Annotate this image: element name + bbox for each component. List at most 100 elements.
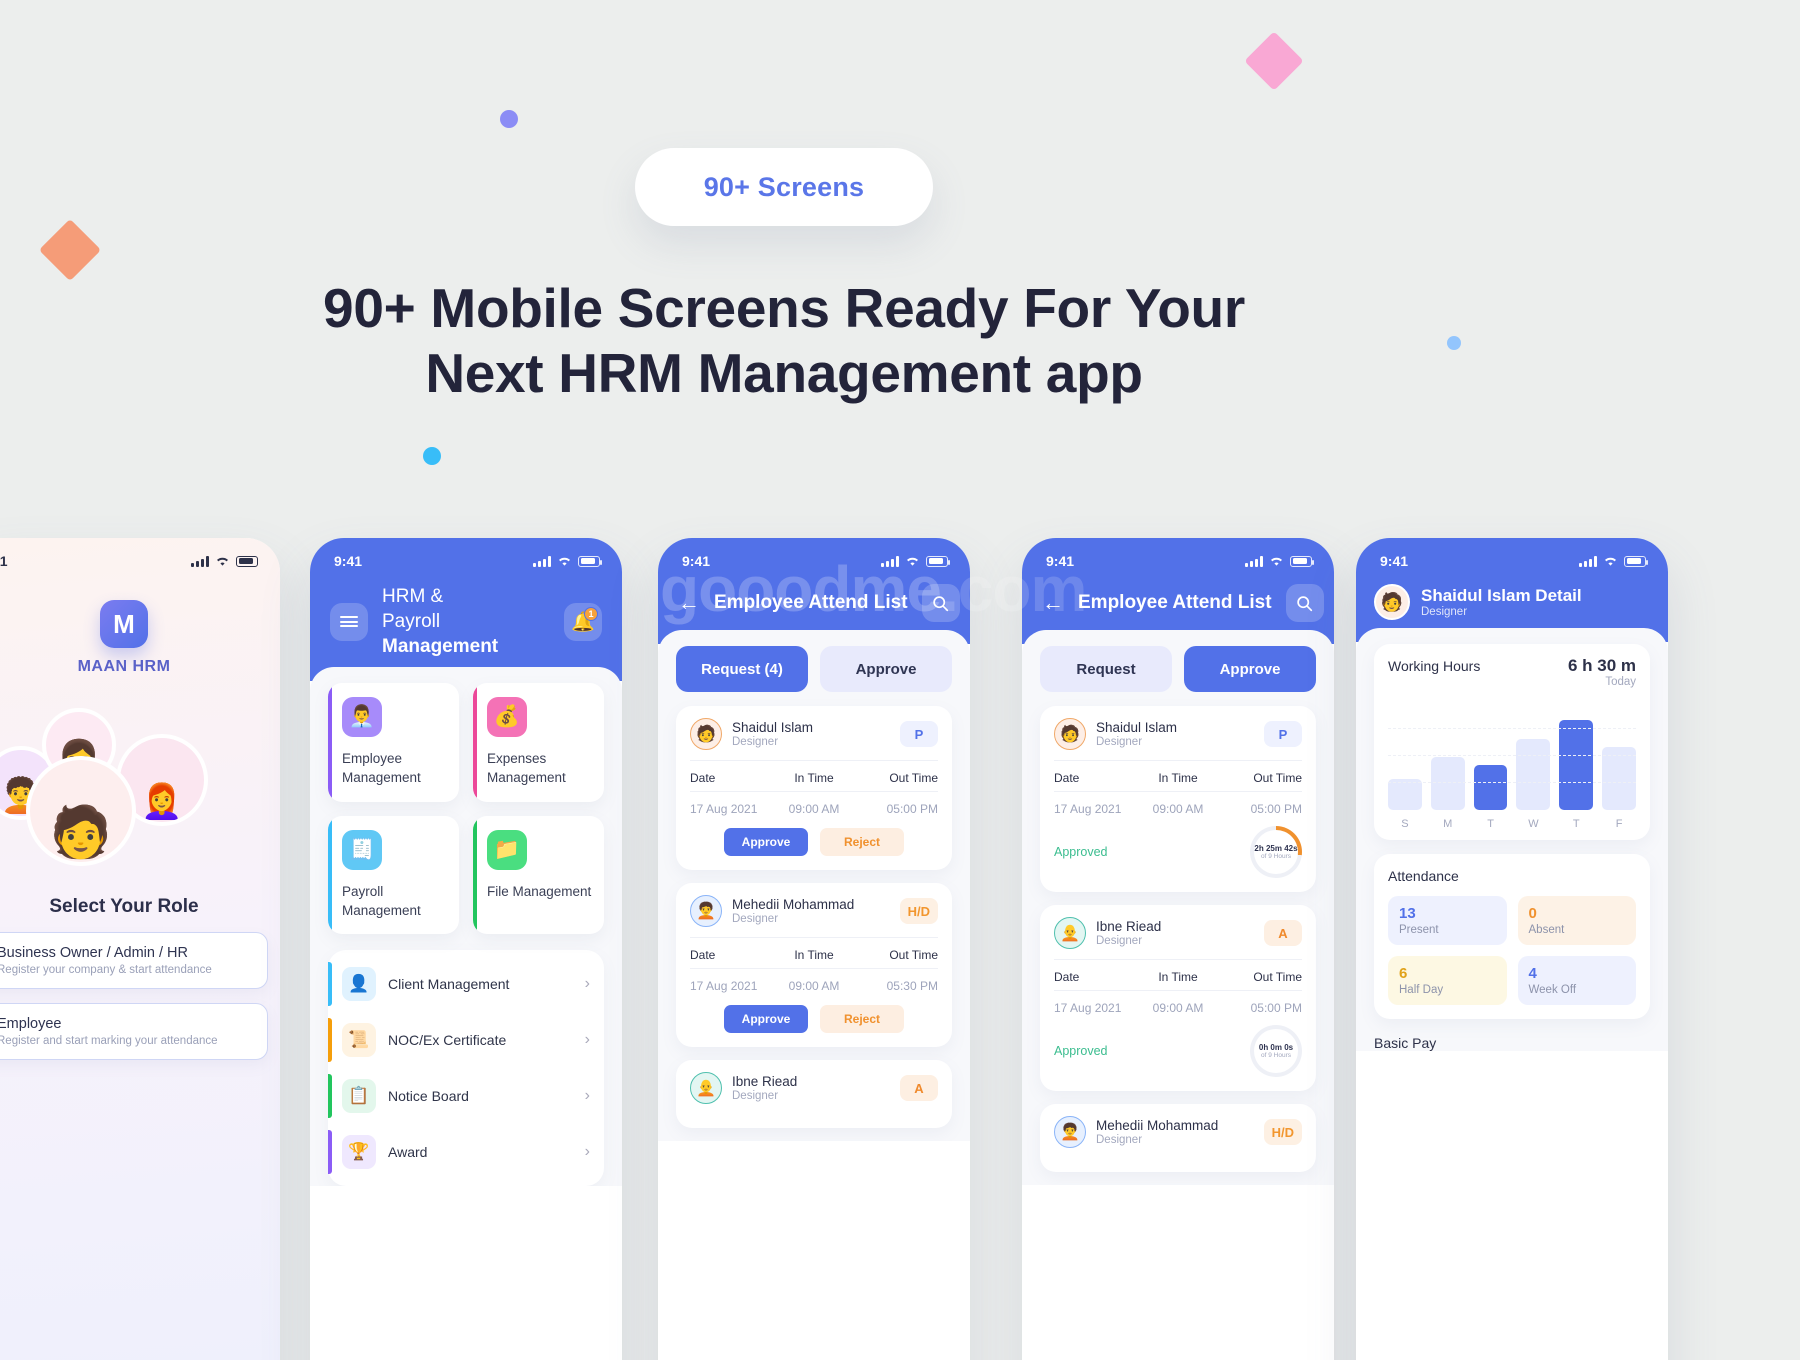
approval-status: Approved <box>1054 1044 1108 1058</box>
attendance-card: 🧑 Shaidul Islam Designer P Date In Time … <box>676 706 952 870</box>
column-out-time: Out Time <box>1253 771 1302 785</box>
reject-button[interactable]: Reject <box>820 828 904 856</box>
tab-approve[interactable]: Approve <box>1184 646 1316 692</box>
reject-button[interactable]: Reject <box>820 1005 904 1033</box>
notification-badge: 1 <box>584 606 598 621</box>
attendance-card: 🧑‍🦱 Mehedii Mohammad Designer H/D <box>1040 1104 1316 1172</box>
employee-name: Mehedii Mohammad <box>1096 1118 1219 1133</box>
cyan-dot-icon <box>423 447 441 465</box>
tile-label: Employee Management <box>342 751 421 786</box>
cell-date: 17 Aug 2021 <box>1054 802 1122 816</box>
list-item[interactable]: 👤 Client Management › <box>328 956 604 1012</box>
list-item[interactable]: 🏆 Award › <box>328 1124 604 1180</box>
employee-name: Shaidul Islam <box>1096 720 1178 735</box>
table-header-row: Date In Time Out Time <box>690 771 938 792</box>
tab-approve[interactable]: Approve <box>820 646 952 692</box>
status-badge: H/D <box>899 898 938 924</box>
card-actions: Approve Reject <box>690 1005 938 1033</box>
status-icons <box>533 555 602 567</box>
wifi-icon <box>1605 557 1616 566</box>
poster-stage: 90+ Screens 90+ Mobile Screens Ready For… <box>0 0 1800 1360</box>
headline-line-2: Next HRM Management app <box>425 342 1143 405</box>
list-item[interactable]: 📜 NOC/Ex Certificate › <box>328 1012 604 1068</box>
approve-button[interactable]: Approve <box>724 828 808 856</box>
attendance-table: Date In Time Out Time 17 Aug 2021 09:00 … <box>1054 760 1302 816</box>
header-row: ← Employee Attend List <box>658 574 970 622</box>
arrow-left-icon[interactable]: ← <box>1042 592 1064 614</box>
tab-group: Request (4) Approve <box>676 646 952 692</box>
stat-absent: 0 Absent <box>1517 896 1636 945</box>
search-icon[interactable] <box>1285 584 1324 622</box>
hamburger-icon[interactable] <box>330 602 368 641</box>
dashboard-content: 👨‍💼 Employee Management 💰 Expenses Manag… <box>310 667 622 1186</box>
stat-week-off: 4 Week Off <box>1517 956 1636 1005</box>
pink-diamond-icon <box>1244 31 1304 91</box>
signal-icon <box>191 555 209 567</box>
tile-payroll-management[interactable]: 🧾 Payroll Management <box>328 815 459 934</box>
search-icon[interactable] <box>921 584 960 622</box>
attendance-table: Date In Time Out Time 17 Aug 2021 09:00 … <box>1054 959 1302 1015</box>
column-date: Date <box>1054 771 1080 785</box>
phone-mockup-employee-detail: 9:41 🧑 Shaidul Islam Detail Designer Wor… <box>1356 538 1668 1360</box>
x-tick: T <box>1572 818 1580 830</box>
screen-title: Employee Attend List <box>1078 592 1272 613</box>
tab-request[interactable]: Request (4) <box>676 646 808 692</box>
signal-icon <box>1245 555 1263 567</box>
award-icon: 🏆 <box>342 1134 376 1169</box>
column-out-time: Out Time <box>889 771 938 785</box>
chevron-right-icon: › <box>584 1086 590 1104</box>
column-out-time: Out Time <box>1253 970 1302 984</box>
tab-request[interactable]: Request <box>1040 646 1172 692</box>
table-header-row: Date In Time Out Time <box>1054 771 1302 792</box>
avatar: 🧑‍🦲 <box>690 1072 722 1104</box>
role-option-admin[interactable]: Business Owner / Admin / HR Register you… <box>0 932 268 989</box>
tile-expenses-management[interactable]: 💰 Expenses Management <box>473 683 604 802</box>
arrow-left-icon[interactable]: ← <box>678 592 700 614</box>
tile-employee-management[interactable]: 👨‍💼 Employee Management <box>328 683 459 802</box>
role-option-subtitle: Register your company & start attendance <box>0 964 212 976</box>
attend-request-content: Request (4) Approve 🧑 Shaidul Islam Desi… <box>658 630 970 1141</box>
avatar: 🧑 <box>1374 584 1410 620</box>
orange-diamond-icon <box>38 218 102 282</box>
approve-button[interactable]: Approve <box>724 1005 808 1033</box>
working-hours-card: Working Hours 6 h 30 m Today S M T W T F <box>1374 644 1650 840</box>
column-in-time: In Time <box>794 948 834 962</box>
tile-label: Payroll Management <box>342 883 421 918</box>
card-actions: Approve Reject <box>690 828 938 856</box>
payroll-management-icon: 🧾 <box>342 829 382 870</box>
status-time: 9:41 <box>1046 553 1075 569</box>
avatar: 🧑‍🦱 <box>1054 1116 1086 1148</box>
notice-board-icon: 📋 <box>342 1078 376 1113</box>
x-tick: F <box>1615 818 1623 830</box>
role-option-title: Employee <box>0 1016 62 1032</box>
list-item[interactable]: 📋 Notice Board › <box>328 1068 604 1124</box>
wifi-icon <box>907 557 918 566</box>
attendance-card: 🧑‍🦱 Mehedii Mohammad Designer H/D Date I… <box>676 883 952 1047</box>
stat-label: Half Day <box>1399 984 1444 996</box>
table-row: 17 Aug 2021 09:00 AM 05:30 PM <box>690 969 938 993</box>
working-hours-period: Today <box>1605 676 1636 688</box>
role-option-employee[interactable]: Employee Register and start marking your… <box>0 1003 268 1060</box>
cell-out-time: 05:00 PM <box>886 802 938 816</box>
employee-detail-content: Working Hours 6 h 30 m Today S M T W T F… <box>1356 628 1668 1051</box>
notification-bell-icon[interactable]: 🔔 1 <box>564 602 602 641</box>
x-tick: S <box>1401 818 1409 830</box>
attendance-card: 🧑‍🦲 Ibne Riead Designer A <box>676 1060 952 1128</box>
cell-date: 17 Aug 2021 <box>1054 1001 1122 1015</box>
stat-number: 6 <box>1399 965 1408 982</box>
avatar: 🧑‍🦲 <box>1054 917 1086 949</box>
list-item-label: Client Management <box>388 975 510 992</box>
detail-header: 🧑 Shaidul Islam Detail Designer <box>1356 574 1668 620</box>
approved-row: Approved 2h 25m 42s of 9 Hours <box>1054 826 1302 878</box>
client-management-icon: 👤 <box>342 966 376 1001</box>
tile-label: File Management <box>487 883 592 899</box>
tile-file-management[interactable]: 📁 File Management <box>473 815 604 934</box>
employee-role: Designer <box>1096 1134 1143 1146</box>
column-date: Date <box>690 771 716 785</box>
status-bar: 9:41 <box>658 538 970 574</box>
avatar: 🧑 <box>1054 718 1086 750</box>
chevron-right-icon: › <box>584 1030 590 1048</box>
attendance-title: Attendance <box>1388 868 1459 884</box>
status-icons <box>1579 555 1648 567</box>
purple-dot-icon <box>500 110 518 128</box>
